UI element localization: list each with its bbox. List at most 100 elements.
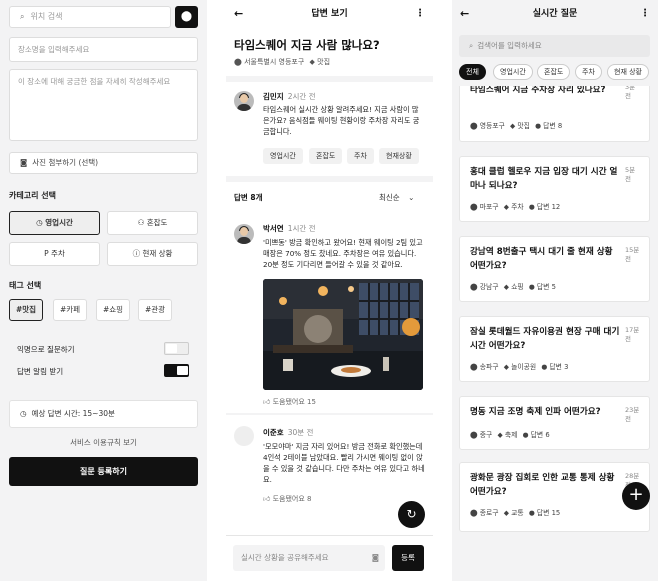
avatar	[234, 224, 254, 244]
submit-question-button[interactable]: 질문 등록하기	[9, 457, 198, 486]
answer-photo[interactable]	[263, 279, 423, 390]
avatar	[234, 91, 254, 111]
question-card-time: 17분 전	[625, 326, 640, 343]
comment-icon: ●	[541, 363, 548, 371]
location-pin-icon: ⬤	[470, 122, 478, 130]
back-arrow-icon[interactable]: ←	[460, 0, 469, 28]
category-crowd-button[interactable]: ⚇ 혼잡도	[107, 211, 198, 235]
tag-shopping-button[interactable]: #쇼핑	[96, 299, 131, 321]
divider	[226, 413, 433, 415]
helpful-button[interactable]: 👍︎ 도움됐어요 8	[263, 494, 311, 504]
answer-body: '모모야마' 지금 자리 있어요! 방금 전화로 확인했는데 4인석 2테이블 …	[263, 442, 425, 484]
notify-toggle[interactable]	[164, 364, 189, 377]
tag-icon: ◆	[509, 122, 516, 130]
thumbs-up-icon: 👍︎	[263, 495, 271, 503]
tab-hours[interactable]: 영업시간	[493, 64, 533, 80]
search-input[interactable]: ⌕ 검색어를 입력하세요	[459, 35, 650, 57]
question-card-time: 15분 전	[625, 246, 640, 263]
anonymous-toggle[interactable]	[164, 342, 189, 355]
question-detail-textarea[interactable]: 이 장소에 대해 궁금한 점을 자세히 작성해주세요	[9, 69, 198, 141]
divider	[226, 535, 433, 536]
category-hours-button[interactable]: ◷ 영업시간	[9, 211, 100, 235]
category-status-button[interactable]: ⓘ 현재 상황	[107, 242, 198, 266]
answerer-name: 박서연 1시간 전	[263, 224, 316, 233]
search-icon: ⌕	[20, 12, 25, 21]
eta-box: ◷ 예상 답변 시간: 15~30분	[9, 400, 198, 428]
location-pin-icon: ⬤	[470, 203, 478, 211]
category-section-title: 카테고리 선택	[9, 191, 56, 200]
refresh-icon: ↻	[406, 507, 417, 521]
detail-header-title: 답변 보기	[311, 9, 348, 19]
category-chip: 혼잡도	[309, 148, 343, 164]
category-chip: 주차	[347, 148, 374, 164]
camera-icon[interactable]: ◙	[372, 545, 379, 571]
answer-body: '미쁘동' 방금 확인하고 왔어요! 현재 웨이팅 2팀 있고 매장은 70% …	[263, 238, 423, 269]
category-parking-button[interactable]: P 주차	[9, 242, 100, 266]
reply-input[interactable]: 실시간 상황을 공유해주세요 ◙	[233, 545, 385, 571]
question-card[interactable]: 홍대 클럽 헬로우 지금 입장 대기 시간 얼마나 되나요? 5분 전 ⬤ 마포…	[459, 156, 650, 222]
location-search-input[interactable]: ⌕ 위치 검색	[9, 6, 171, 28]
tab-parking[interactable]: 주차	[575, 64, 602, 80]
tag-icon: ◆	[309, 58, 315, 66]
question-card-title: 홍대 클럽 헬로우 지금 입장 대기 시간 얼마나 되나요?	[470, 167, 618, 191]
question-card-time: 23분 전	[625, 406, 640, 423]
tag-food-button[interactable]: #맛집	[9, 299, 44, 321]
detail-header: ← 답변 보기 ⋮	[226, 0, 433, 28]
helpful-button[interactable]: 👍︎ 도움됐어요 15	[263, 397, 316, 407]
comment-icon: ●	[528, 509, 535, 517]
clock-icon: ◷	[36, 218, 43, 227]
question-meta: ⬤ 서울특별시 영등포구 ◆ 맛집	[234, 58, 331, 66]
question-card-meta: ⬤ 송파구 ◆ 놀이공원 ● 답변 3	[470, 363, 569, 371]
answer-count: 답변 8개	[234, 193, 263, 202]
rules-link[interactable]: 서비스 이용규칙 보기	[0, 437, 207, 448]
question-card-title: 명동 지금 조명 축제 인파 어떤가요?	[470, 407, 601, 417]
tab-crowd[interactable]: 혼잡도	[537, 64, 571, 80]
add-question-button[interactable]: +	[622, 482, 650, 510]
location-pin-icon: ⬤	[234, 58, 242, 66]
avatar	[234, 426, 254, 446]
location-pin-icon: ⬤	[180, 11, 193, 22]
question-card[interactable]: 타임스퀘어 지금 주차장 자리 있나요? 3분 전 ⬤ 영등포구 ◆ 맛집 ● …	[459, 86, 650, 142]
question-card-meta: ⬤ 강남구 ◆ 쇼핑 ● 답변 5	[470, 283, 556, 291]
notify-label: 답변 알림 받기	[17, 367, 64, 376]
tag-icon: ◆	[503, 509, 509, 517]
people-icon: ⚇	[137, 218, 145, 227]
question-card-time: 3분 전	[625, 86, 636, 100]
question-card[interactable]: 잠실 롯데월드 자유이용권 현장 구매 대기시간 어떤가요? 17분 전 ⬤ 송…	[459, 316, 650, 382]
tag-icon: ◆	[503, 363, 509, 371]
question-card-time: 5분 전	[625, 166, 636, 183]
camera-icon: ◙	[20, 158, 28, 167]
tag-icon: ◆	[503, 203, 509, 211]
question-card[interactable]: 명동 지금 조명 축제 인파 어떤가요? 23분 전 ⬤ 중구 ◆ 축제 ● 답…	[459, 396, 650, 450]
place-name-input[interactable]: 장소명을 입력해주세요	[9, 37, 198, 62]
tab-status[interactable]: 현재 상황	[607, 64, 649, 80]
photo-attach-button[interactable]: ◙ 사진 첨부하기 (선택)	[9, 152, 198, 174]
location-pin-icon: ⬤	[470, 509, 478, 517]
tab-all[interactable]: 전체	[459, 64, 486, 80]
refresh-button[interactable]: ↻	[398, 501, 425, 528]
back-arrow-icon[interactable]: ←	[234, 0, 243, 28]
more-menu-icon[interactable]: ⋮	[415, 0, 425, 28]
tag-icon: ◆	[503, 283, 509, 291]
tag-cafe-button[interactable]: #카페	[53, 299, 88, 321]
tag-tour-button[interactable]: #관광	[138, 299, 173, 321]
map-pin-button[interactable]: ⬤	[175, 6, 198, 28]
asker-name: 김민지 2시간 전	[263, 92, 316, 101]
thumbs-up-icon: 👍︎	[263, 398, 271, 406]
comment-icon: ●	[528, 283, 535, 291]
tag-section-title: 태그 선택	[9, 281, 42, 290]
parking-icon: P	[44, 249, 49, 258]
question-card-title: 타임스퀘어 지금 주차장 자리 있나요?	[470, 86, 606, 95]
more-menu-icon[interactable]: ⋮	[640, 0, 650, 28]
location-pin-icon: ⬤	[470, 283, 478, 291]
divider	[226, 76, 433, 82]
sort-dropdown[interactable]: 최신순 ⌄	[379, 192, 414, 203]
question-card-title: 강남역 8번출구 택시 대기 줄 현재 상황 어떤가요?	[470, 247, 613, 271]
send-button[interactable]: 등록	[392, 545, 424, 571]
answer-detail-screen: ← 답변 보기 ⋮ 타임스퀘어 지금 사람 많나요? ⬤ 서울특별시 영등포구 …	[226, 0, 433, 581]
question-card-meta: ⬤ 마포구 ◆ 주차 ● 답변 12	[470, 203, 561, 211]
list-header: ← 실시간 질문 ⋮	[452, 0, 658, 28]
plus-icon: +	[628, 484, 644, 505]
list-header-title: 실시간 질문	[532, 9, 578, 19]
question-card[interactable]: 강남역 8번출구 택시 대기 줄 현재 상황 어떤가요? 15분 전 ⬤ 강남구…	[459, 236, 650, 302]
